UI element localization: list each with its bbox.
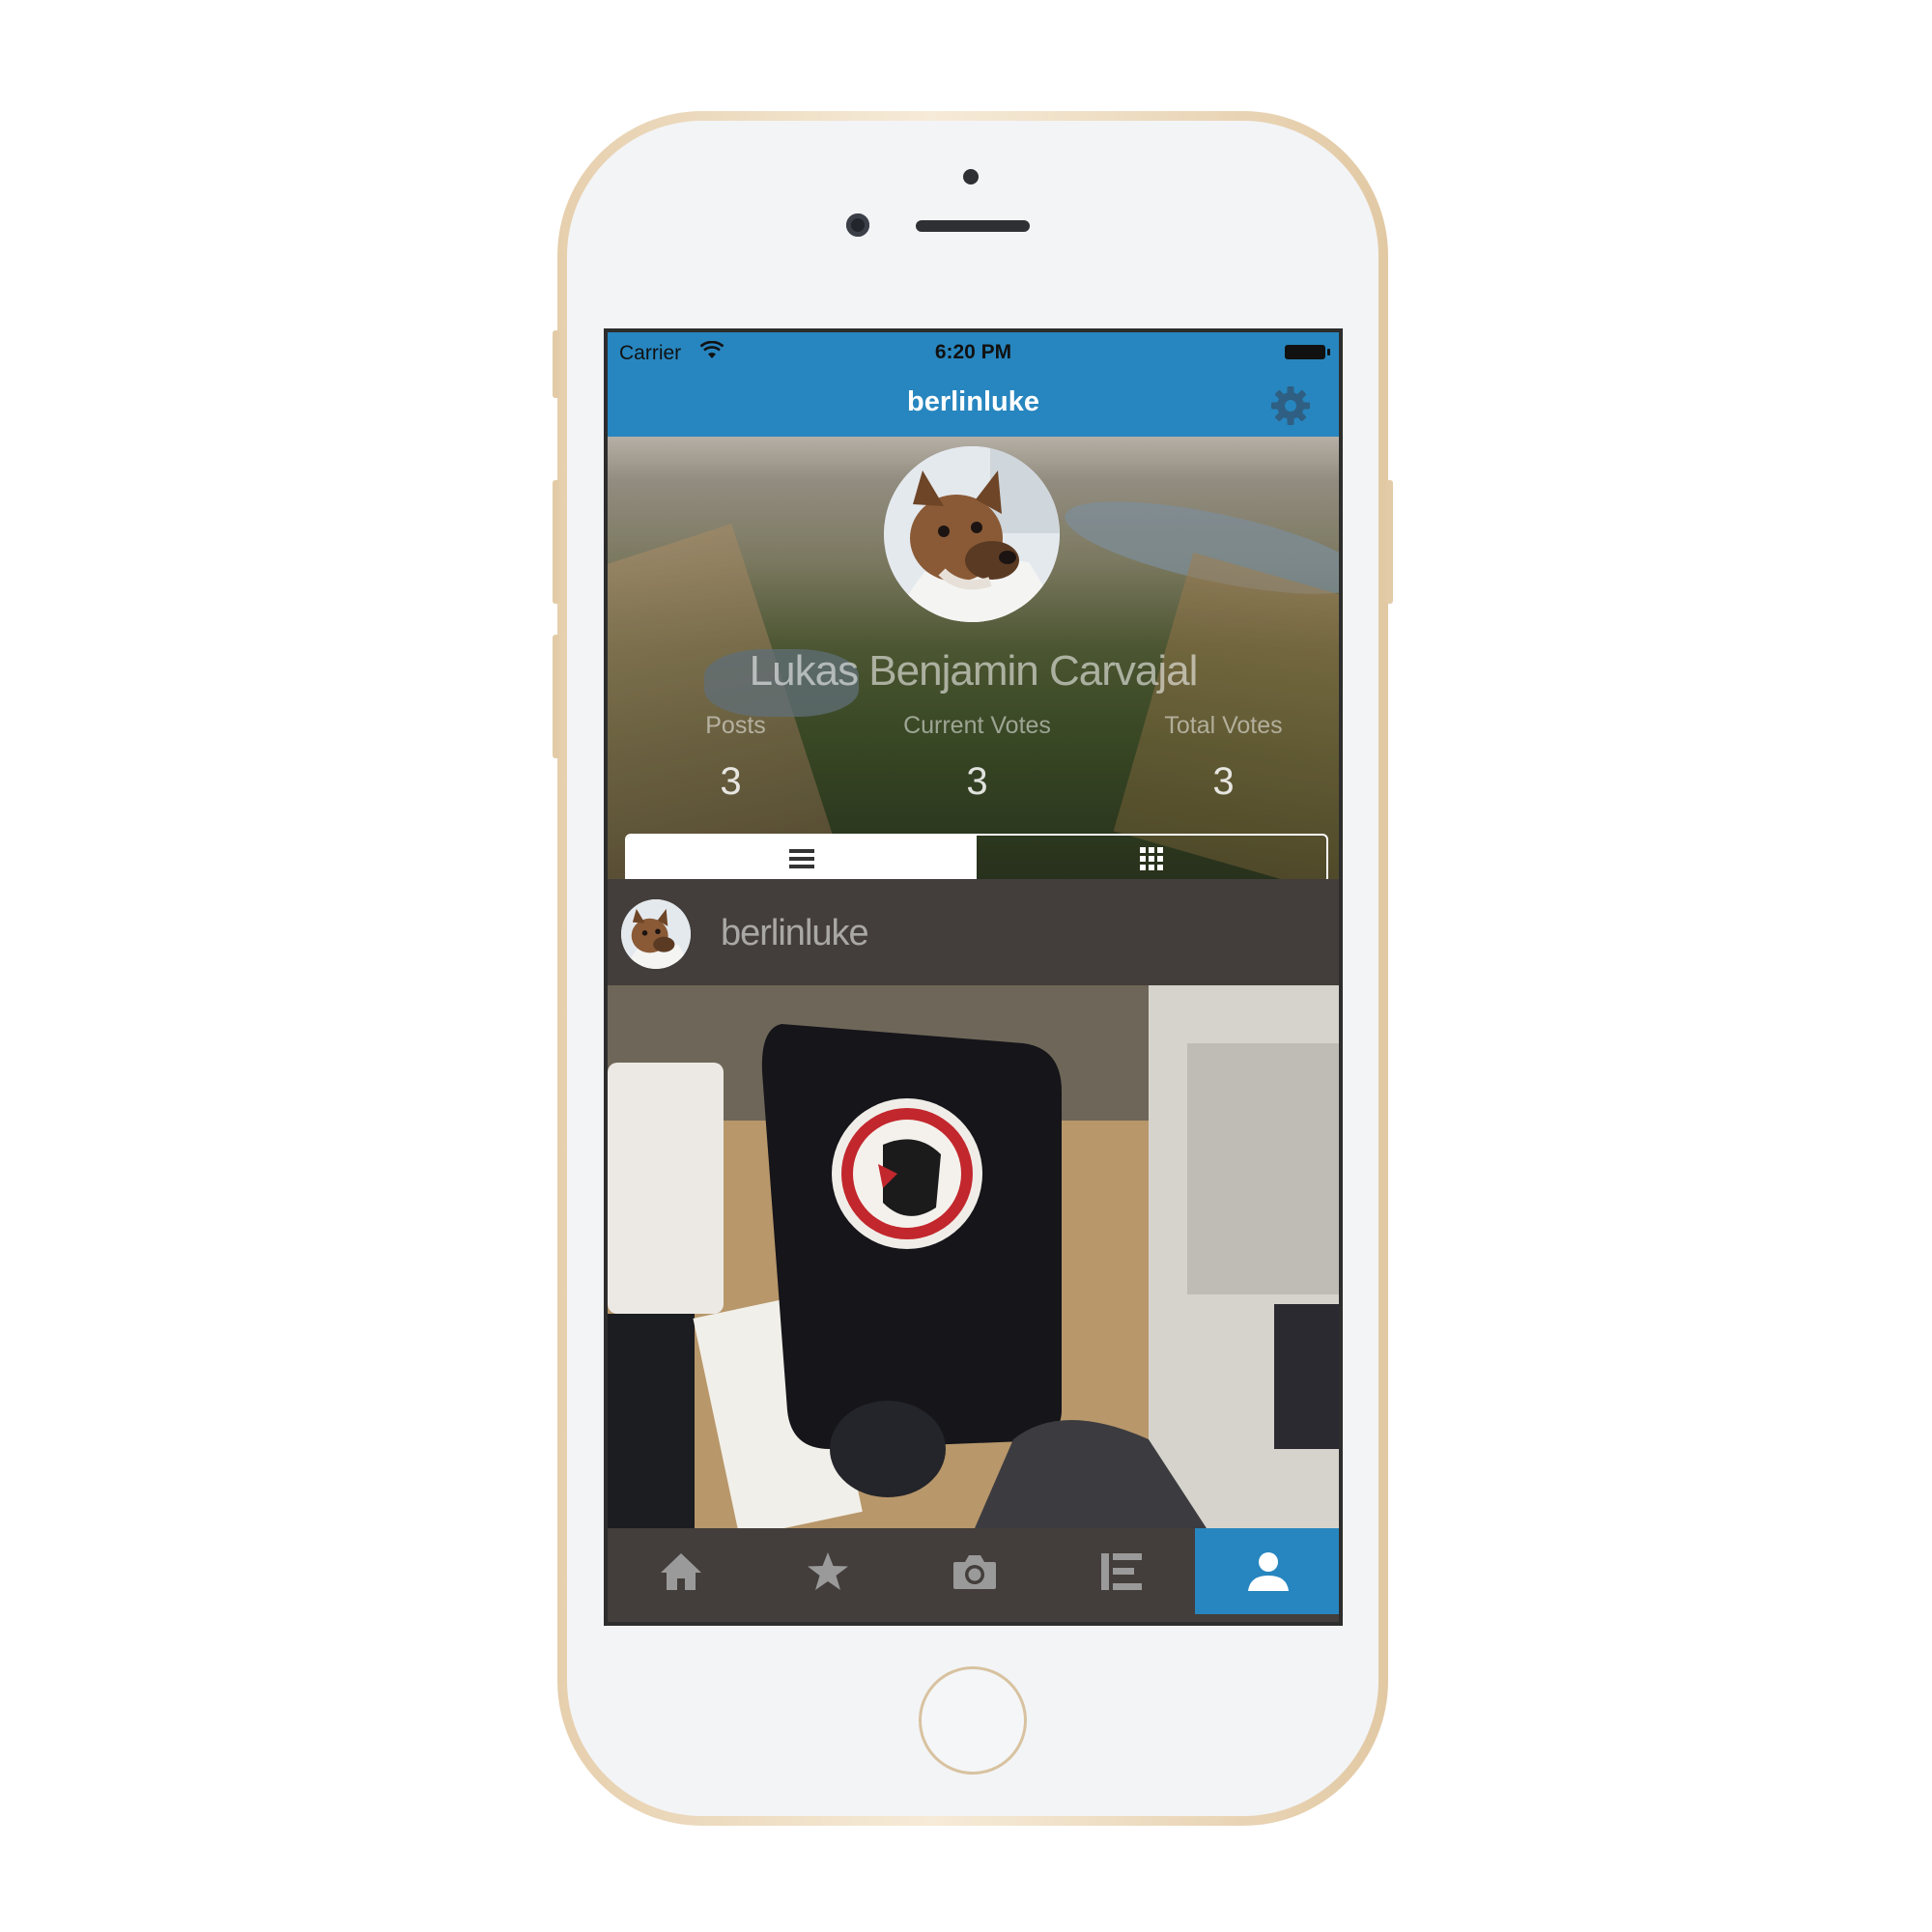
grid-view-segment[interactable] (977, 836, 1326, 879)
post-author-avatar[interactable] (621, 899, 691, 969)
post-author-username[interactable]: berlinluke (721, 913, 869, 954)
volume-down-button (553, 635, 559, 758)
stat-total-votes-label: Total Votes (1164, 712, 1283, 739)
stat-posts-label: Posts (705, 712, 766, 739)
list-view-segment[interactable] (627, 836, 977, 879)
volume-up-button (553, 480, 559, 604)
earpiece-speaker (916, 220, 1030, 232)
star-icon (808, 1551, 848, 1590)
navigation-bar: berlinluke (608, 373, 1339, 437)
post-header: berlinluke (608, 879, 1339, 985)
view-mode-toggle (625, 834, 1328, 879)
proximity-sensor (963, 169, 979, 185)
profile-full-name: Lukas Benjamin Carvajal (749, 647, 1199, 695)
gear-icon[interactable] (1269, 384, 1312, 427)
power-button (1386, 480, 1393, 604)
app-screen: Carrier 6:20 PM berlinluke Lukas Benjami… (604, 328, 1343, 1626)
leaderboard-icon (1101, 1552, 1142, 1590)
list-icon (789, 849, 814, 868)
home-button[interactable] (919, 1666, 1027, 1775)
tab-camera[interactable] (901, 1528, 1048, 1614)
post-photo[interactable] (608, 985, 1339, 1528)
profile-avatar[interactable] (884, 446, 1060, 622)
status-bar: Carrier 6:20 PM (608, 332, 1339, 373)
grid-icon (1140, 847, 1163, 870)
camera-icon (953, 1554, 996, 1589)
stat-current-votes-value: 3 (966, 760, 988, 803)
stat-current-votes-label: Current Votes (903, 712, 1051, 739)
battery-icon (1285, 345, 1330, 359)
front-camera (846, 213, 869, 237)
home-icon (661, 1552, 701, 1590)
stat-posts-value: 3 (720, 760, 742, 803)
mute-switch (553, 330, 559, 398)
nav-title: berlinluke (907, 386, 1039, 417)
stat-total-votes-value: 3 (1212, 760, 1235, 803)
tab-bar (608, 1528, 1339, 1622)
tab-leaderboard[interactable] (1048, 1528, 1195, 1614)
status-time: 6:20 PM (934, 341, 1012, 363)
tab-favorites[interactable] (754, 1528, 901, 1614)
tab-home[interactable] (608, 1528, 754, 1614)
profile-icon (1248, 1551, 1289, 1591)
tab-profile[interactable] (1195, 1528, 1339, 1614)
profile-header: Lukas Benjamin Carvajal Posts Current Vo… (608, 437, 1339, 879)
